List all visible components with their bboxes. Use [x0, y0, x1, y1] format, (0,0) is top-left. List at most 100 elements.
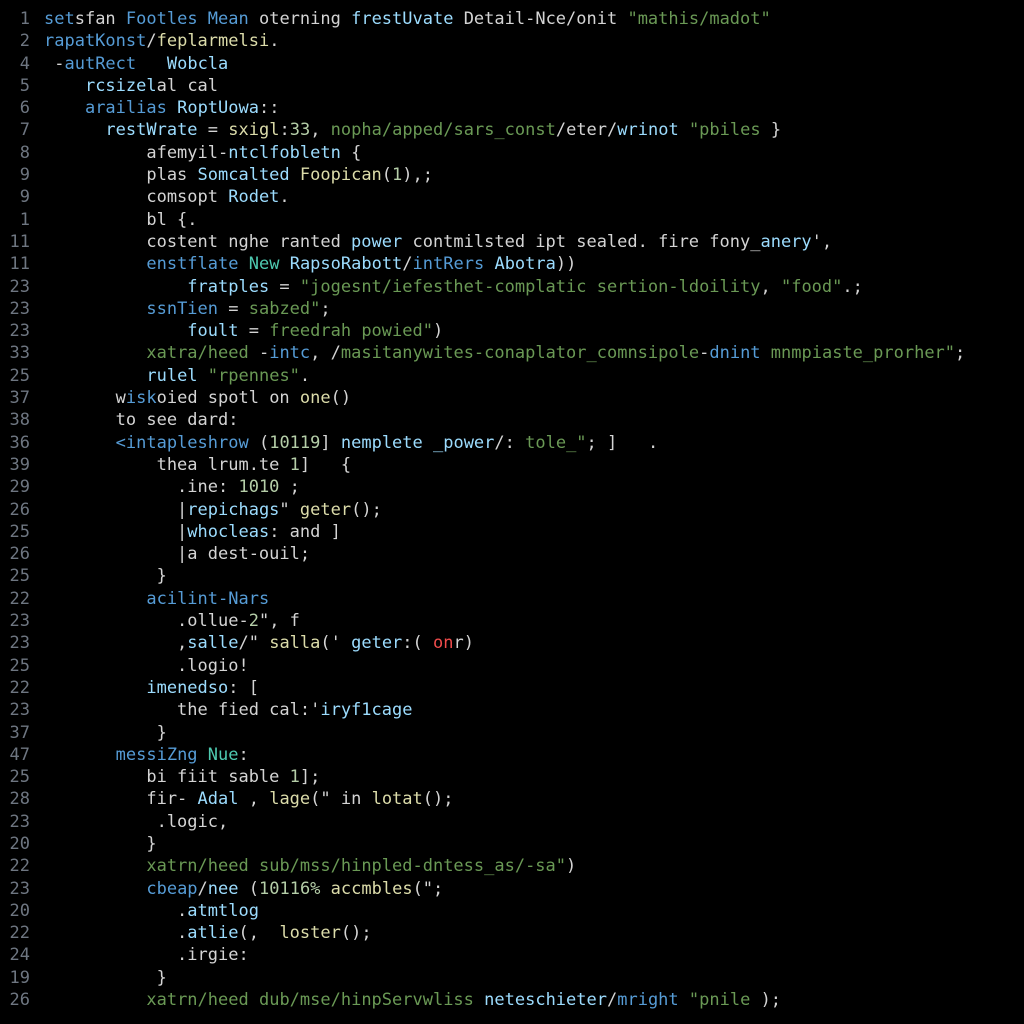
code-line[interactable]: .ollue-2", f [44, 610, 1024, 632]
code-line[interactable]: costent nghe ranted power contmilsted ip… [44, 231, 1024, 253]
token-fn: iryf1cage [320, 700, 412, 720]
code-line[interactable]: |whocleas: and ] [44, 521, 1024, 543]
token-num: 1 [392, 165, 402, 185]
code-editor[interactable]: 1245678991111123232333253738363929262526… [0, 0, 1024, 1024]
line-number: 5 [0, 75, 30, 97]
code-line[interactable]: wiskoied spotl on one() [44, 387, 1024, 409]
code-line[interactable]: .irgie: [44, 944, 1024, 966]
token-fn: imenedso [146, 678, 228, 698]
code-line[interactable]: cbeap/nee (10116% accmbles("; [44, 878, 1024, 900]
token-kw: intc [269, 343, 310, 363]
code-line[interactable]: bl {. [44, 209, 1024, 231]
token-fnY: geter [300, 500, 351, 520]
line-number: 25 [0, 655, 30, 677]
token-str: xatra/heed [146, 343, 248, 363]
code-line[interactable]: } [44, 967, 1024, 989]
code-line[interactable]: |a dest-ouil; [44, 543, 1024, 565]
code-line[interactable]: xatrn/heed dub/mse/hinpServwliss netesch… [44, 989, 1024, 1011]
token-pun: al cal [157, 76, 218, 96]
code-line[interactable]: .atmtlog [44, 900, 1024, 922]
line-number: 23 [0, 610, 30, 632]
line-number: 22 [0, 922, 30, 944]
line-number: 7 [0, 119, 30, 141]
code-line[interactable]: the fied cal:'iryf1cage [44, 699, 1024, 721]
code-line[interactable]: plas Somcalted Foopican(1),; [44, 164, 1024, 186]
token-pun: w [44, 388, 126, 408]
code-line[interactable]: .atlie(, loster(); [44, 922, 1024, 944]
code-line[interactable]: imenedso: [ [44, 677, 1024, 699]
token-str: xatrn/heed [146, 856, 248, 876]
token-pun: |a dest-ouil; [44, 544, 310, 564]
token-fn: repichags [187, 500, 279, 520]
token-pun: ; [279, 477, 299, 497]
token-str: freedrah powied" [269, 321, 433, 341]
token-pun [44, 343, 146, 363]
code-line[interactable]: rulel "rpennes". [44, 365, 1024, 387]
code-line[interactable]: restWrate = sxigl:33, nopha/apped/sars_c… [44, 119, 1024, 141]
token-fnY: accmbles [331, 879, 413, 899]
code-line[interactable]: acilint-Nars [44, 588, 1024, 610]
token-pun: ),; [402, 165, 433, 185]
token-fn: Abotra [494, 254, 555, 274]
token-pun [44, 321, 187, 341]
code-line[interactable]: to see dard: [44, 409, 1024, 431]
code-line[interactable]: } [44, 722, 1024, 744]
code-line[interactable]: xatra/heed -intc, /masitanywites-conapla… [44, 342, 1024, 364]
code-line[interactable]: ssnTien = sabzed"; [44, 298, 1024, 320]
code-line[interactable]: ,salle/" salla(' geter:( onr) [44, 632, 1024, 654]
token-pun [320, 879, 330, 899]
token-pun [238, 254, 248, 274]
token-fn: nee [208, 879, 239, 899]
code-line[interactable]: foult = freedrah powied") [44, 320, 1024, 342]
token-num: 1010 [238, 477, 279, 497]
code-line[interactable]: arailias RoptUowa:: [44, 97, 1024, 119]
code-line[interactable]: fir- Adal , lage(" in lotat(); [44, 788, 1024, 810]
token-pun: oied spotl on [157, 388, 300, 408]
line-number: 1 [0, 8, 30, 30]
token-pun: , [44, 633, 187, 653]
code-line[interactable]: .logic, [44, 811, 1024, 833]
code-area[interactable]: setsfan Footles Mean oterning frestUvate… [44, 8, 1024, 1024]
token-pun [44, 277, 187, 297]
token-str: dub/mse/hinpServwliss [259, 990, 474, 1010]
code-line[interactable]: rapatKonst/feplarmelsi. [44, 30, 1024, 52]
code-line[interactable]: bi fiit sable 1]; [44, 766, 1024, 788]
token-pun [44, 990, 146, 1010]
code-line[interactable]: fratples = "jogesnt/iefesthet-complatic … [44, 276, 1024, 298]
token-pun: sfan [75, 9, 126, 29]
code-line[interactable]: <intapleshrow (10119] nemplete _power/: … [44, 432, 1024, 454]
token-pun [198, 745, 208, 765]
token-num: 2 [249, 611, 259, 631]
token-pun: ( [239, 879, 259, 899]
token-pun: - [249, 343, 269, 363]
code-line[interactable]: thea lrum.te 1] { [44, 454, 1024, 476]
code-line[interactable]: messiZng Nue: [44, 744, 1024, 766]
code-line[interactable]: .ine: 1010 ; [44, 476, 1024, 498]
line-number: 26 [0, 543, 30, 565]
token-pun: (); [423, 789, 454, 809]
token-fn: anery [760, 232, 811, 252]
line-number: 26 [0, 499, 30, 521]
token-pun: bi fiit sable [44, 767, 290, 787]
code-line[interactable]: } [44, 565, 1024, 587]
code-line[interactable]: setsfan Footles Mean oterning frestUvate… [44, 8, 1024, 30]
code-line[interactable]: afemyil-ntclfobletn { [44, 142, 1024, 164]
token-pun: .logio! [44, 656, 249, 676]
token-kw: Footles Mean [126, 9, 249, 29]
line-number: 37 [0, 722, 30, 744]
token-pun: . [44, 923, 187, 943]
code-line[interactable]: |repichags" geter(); [44, 499, 1024, 521]
code-line[interactable]: xatrn/heed sub/mss/hinpled-dntess_as/-sa… [44, 855, 1024, 877]
token-fn: nemplete _power [341, 433, 495, 453]
line-number: 9 [0, 164, 30, 186]
token-pun: ', [812, 232, 832, 252]
code-line[interactable]: } [44, 833, 1024, 855]
code-line[interactable]: enstflate New RapsoRabott/intRers Abotra… [44, 253, 1024, 275]
token-pun [44, 98, 85, 118]
code-line[interactable]: .logio! [44, 655, 1024, 677]
line-number: 22 [0, 588, 30, 610]
token-pun: { [341, 143, 361, 163]
code-line[interactable]: rcsizelal cal [44, 75, 1024, 97]
code-line[interactable]: -autRect Wobcla [44, 53, 1024, 75]
code-line[interactable]: comsopt Rodet. [44, 186, 1024, 208]
